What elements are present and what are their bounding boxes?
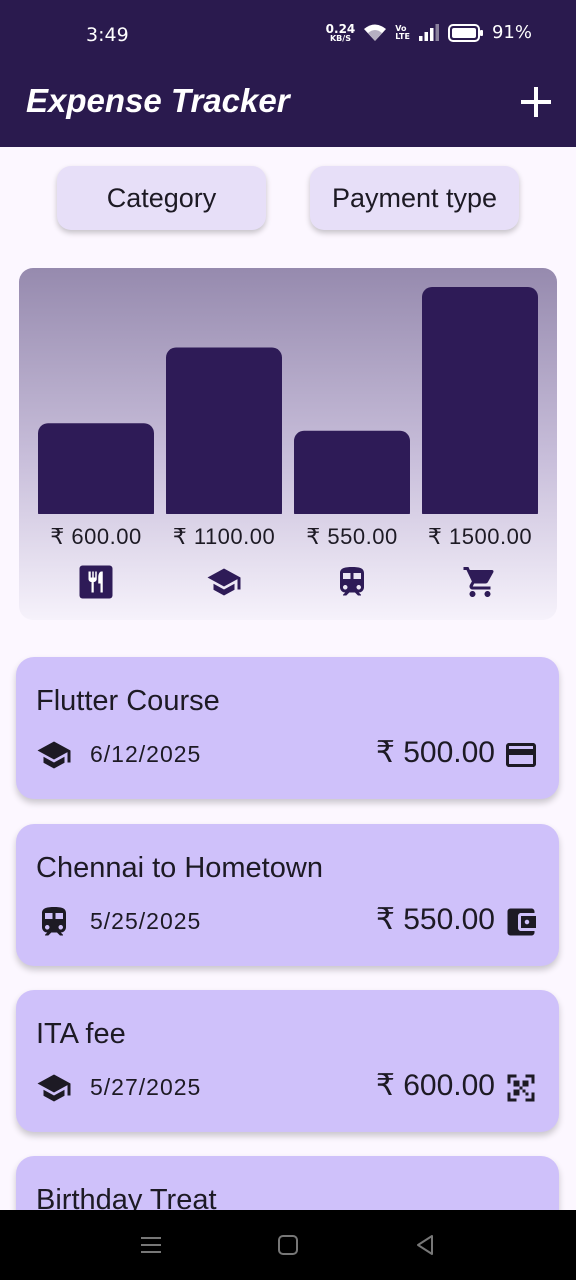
expense-amount: ₹ 500.00 <box>375 736 495 769</box>
school-icon <box>36 737 72 773</box>
chart-value-label: ₹ 550.00 <box>306 524 398 549</box>
school-icon <box>206 564 242 600</box>
add-expense-button[interactable] <box>518 84 554 120</box>
wifi-icon <box>364 24 387 41</box>
back-icon[interactable] <box>412 1232 438 1258</box>
expense-date: 5/25/2025 <box>90 908 202 934</box>
volte-bottom-text: LTE <box>395 31 410 41</box>
chart-bar-food <box>38 423 154 514</box>
train-icon <box>36 904 72 940</box>
home-icon[interactable] <box>275 1232 301 1258</box>
expense-title: Flutter Course <box>36 685 220 717</box>
battery-icon <box>447 23 483 42</box>
signal-icon <box>418 23 439 41</box>
card-icon <box>503 737 539 773</box>
expense-title: Chennai to Hometown <box>36 852 323 884</box>
chart-bar-education <box>166 347 282 514</box>
expense-card[interactable]: Flutter Course 6/12/2025 ₹ 500.00 <box>16 657 559 799</box>
category-filter-button[interactable]: Category <box>57 166 266 230</box>
app-title: Expense Tracker <box>26 82 290 119</box>
status-time: 3:49 <box>86 24 129 46</box>
expense-date: 6/12/2025 <box>90 741 202 767</box>
cart-icon <box>462 564 498 600</box>
expense-amount: ₹ 550.00 <box>375 903 495 936</box>
menu-icon[interactable] <box>138 1232 164 1258</box>
qr-code-icon <box>503 1070 539 1106</box>
payment-type-filter-button[interactable]: Payment type <box>310 166 519 230</box>
app-bar: Expense Tracker <box>0 70 576 147</box>
expense-card[interactable]: Chennai to Hometown 5/25/2025 ₹ 550.00 <box>16 824 559 966</box>
chart-value-label: ₹ 600.00 <box>50 524 142 549</box>
expense-title: ITA fee <box>36 1018 126 1050</box>
chart-value-label: ₹ 1100.00 <box>172 524 276 549</box>
expense-chart: ₹ 600.00 ₹ 1100.00 ₹ 550.00 ₹ 1500.00 <box>19 268 557 620</box>
chart-bars <box>38 287 538 514</box>
school-icon <box>36 1070 72 1106</box>
chart-bar-travel <box>294 430 410 514</box>
wallet-icon <box>503 904 539 940</box>
expense-date: 5/27/2025 <box>90 1074 202 1100</box>
status-indicators: 0.24 KB/S Vo LTE 91% <box>326 22 532 43</box>
network-speed-unit: KB/S <box>329 33 351 43</box>
status-bar: 3:49 0.24 KB/S Vo LTE 91% <box>0 0 576 70</box>
train-icon <box>334 564 370 600</box>
volte-indicator: Vo LTE <box>395 24 410 41</box>
network-speed-value: 0.24 <box>325 21 356 36</box>
chart-value-label: ₹ 1500.00 <box>427 524 533 549</box>
restaurant-icon <box>78 564 114 600</box>
chart-bar-shopping <box>422 287 538 514</box>
network-speed: 0.24 KB/S <box>326 23 356 43</box>
system-nav-bar <box>0 1210 576 1280</box>
expense-card[interactable]: ITA fee 5/27/2025 ₹ 600.00 <box>16 990 559 1132</box>
expense-amount: ₹ 600.00 <box>375 1069 495 1102</box>
battery-percent: 91% <box>491 22 532 43</box>
